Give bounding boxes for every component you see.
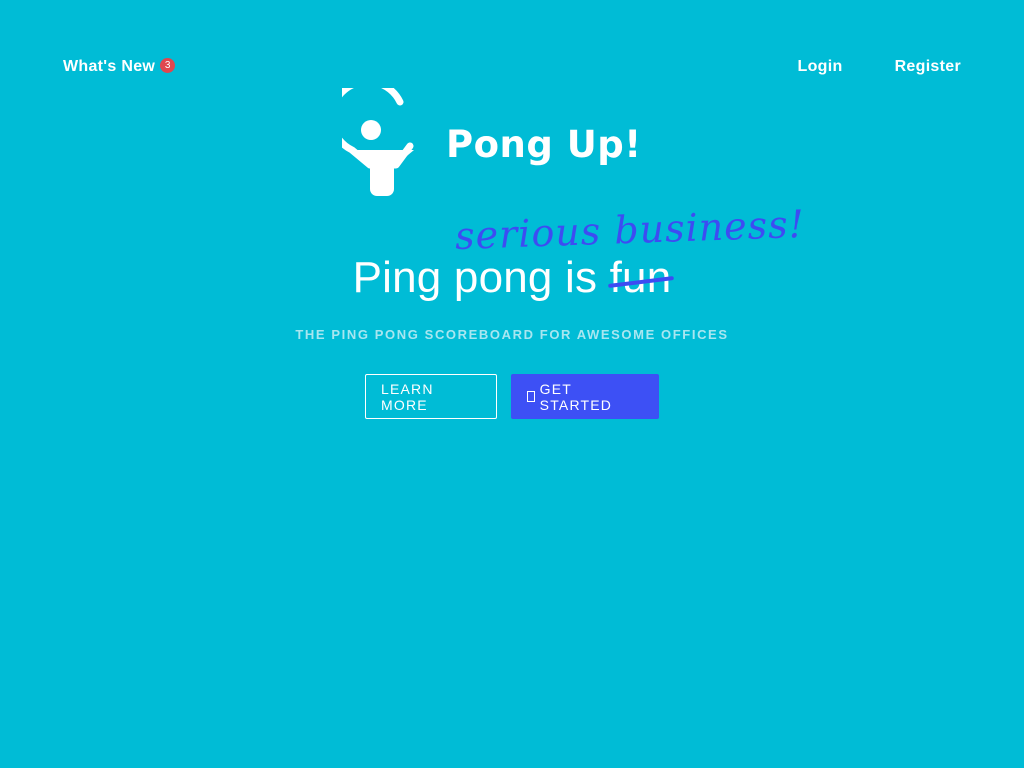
landing-page: What's New 3 Login Register Pong Up! ser…	[0, 0, 1024, 768]
get-started-label: GET STARTED	[539, 380, 613, 413]
register-link[interactable]: Register	[895, 58, 961, 76]
headline-prefix: Ping pong is	[352, 253, 610, 302]
logo: Pong Up!	[342, 88, 642, 198]
ping-pong-paddle-icon	[342, 88, 414, 196]
learn-more-button[interactable]: LEARN MORE	[365, 374, 497, 419]
nav-right: Login Register	[798, 58, 961, 76]
whats-new-link[interactable]: What's New	[63, 58, 155, 76]
subtitle: THE PING PONG SCOREBOARD FOR AWESOME OFF…	[295, 327, 729, 342]
notification-badge: 3	[160, 58, 176, 73]
get-started-button[interactable]: GET STARTED	[511, 374, 659, 419]
nav-left: What's New 3	[63, 58, 176, 76]
logo-text: Pong Up!	[446, 122, 642, 166]
missing-glyph-icon	[527, 391, 535, 402]
struck-word: fun	[607, 250, 674, 306]
learn-more-label: LEARN MORE	[381, 380, 434, 413]
headline-wrap: Ping pong is fun	[0, 250, 1024, 306]
headline: Ping pong is fun	[352, 250, 674, 306]
cta-buttons: LEARN MORE GET STARTED	[365, 374, 659, 419]
login-link[interactable]: Login	[798, 58, 843, 76]
